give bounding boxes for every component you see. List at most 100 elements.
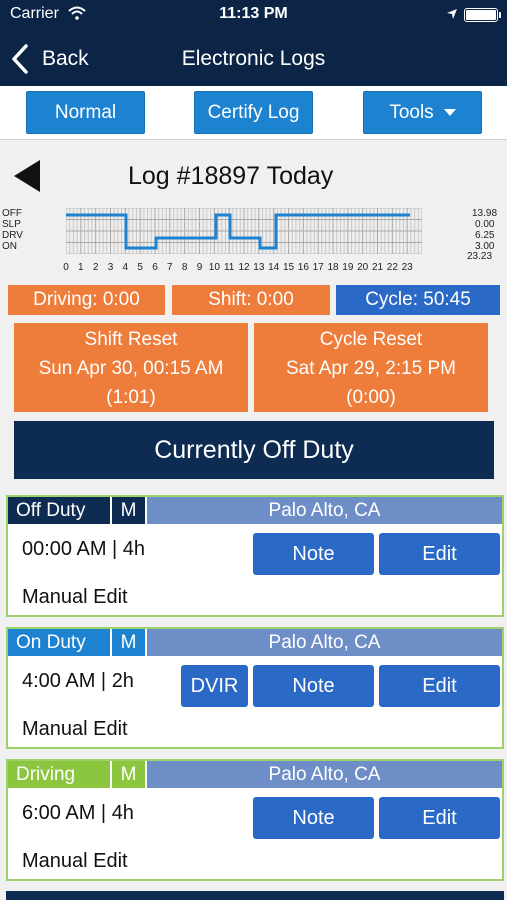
log-header: Log #18897 Today — [0, 154, 507, 198]
hour-tick-label: 14 — [268, 262, 280, 273]
entry-location-label: Palo Alto, CA — [268, 763, 381, 785]
shift-stat-label: Shift: 0:00 — [208, 289, 294, 310]
shift-reset-value: (1:01) — [106, 387, 156, 408]
log-entry-on-duty: On Duty M Palo Alto, CA 4:00 AM | 2h Man… — [6, 627, 504, 749]
cycle-reset-date: Sat Apr 29, 2:15 PM — [285, 358, 457, 379]
note-button-label: Note — [292, 542, 335, 565]
entry-mode-label: M — [120, 763, 137, 785]
certify-log-button-label: Certify Log — [207, 101, 300, 123]
entry-note: Manual Edit — [22, 850, 128, 872]
entry-mode-label: M — [120, 499, 137, 521]
driving-stat: Driving: 0:00 — [8, 285, 165, 315]
hour-tick-label: 13 — [253, 262, 265, 273]
battery-tip — [499, 12, 501, 18]
current-duty-status-label: Currently Off Duty — [154, 435, 354, 464]
entry-type-badge: Driving — [8, 761, 110, 788]
graph-total-slp: 0.00 — [475, 219, 495, 230]
cycle-reset-value: (0:00) — [346, 387, 396, 408]
cycle-stat-label: Cycle: 50:45 — [365, 289, 471, 310]
cycle-reset-box: Cycle Reset Sat Apr 29, 2:15 PM (0:00) — [254, 323, 488, 412]
note-button[interactable]: Note — [253, 797, 374, 839]
dvir-button[interactable]: DVIR — [181, 665, 248, 707]
normal-button[interactable]: Normal — [26, 91, 145, 134]
hour-tick-label: 10 — [208, 262, 220, 273]
note-button-label: Note — [292, 674, 335, 697]
duty-graph: OFF SLP DRV ON 13.98 0.00 6.25 3.00 23.2… — [0, 204, 507, 276]
location-arrow-icon — [447, 9, 457, 19]
entry-location: Palo Alto, CA — [147, 629, 502, 656]
entry-location-label: Palo Alto, CA — [268, 631, 381, 653]
hour-tick-label: 1 — [78, 262, 84, 273]
hour-tick-label: 3 — [107, 262, 114, 273]
hour-tick-label: 15 — [282, 262, 295, 273]
hour-tick-label: 6 — [152, 262, 158, 273]
entry-mode-badge: M — [112, 497, 145, 524]
caret-down-icon — [443, 109, 456, 116]
graph-row-label-slp: SLP — [2, 219, 21, 230]
entry-time: 4:00 AM | 2h — [22, 670, 134, 692]
dvir-button-label: DVIR — [190, 674, 239, 697]
entry-type-label: Driving — [16, 763, 76, 785]
entry-type-badge: Off Duty — [8, 497, 110, 524]
cycle-stat: Cycle: 50:45 — [336, 285, 500, 315]
edit-button[interactable]: Edit — [379, 665, 500, 707]
hour-tick-label: 21 — [371, 262, 384, 273]
hour-tick-label: 19 — [342, 262, 354, 273]
edit-button[interactable]: Edit — [379, 797, 500, 839]
entry-location-label: Palo Alto, CA — [268, 499, 381, 521]
current-duty-status: Currently Off Duty — [14, 421, 494, 479]
entry-note: Manual Edit — [22, 586, 128, 608]
entry-note: Manual Edit — [22, 718, 128, 740]
entry-mode-badge: M — [112, 629, 145, 656]
entry-time: 6:00 AM | 4h — [22, 802, 134, 824]
log-entry-driving: Driving M Palo Alto, CA 6:00 AM | 4h Man… — [6, 759, 504, 881]
shift-reset-title: Shift Reset — [84, 329, 178, 350]
shift-stat: Shift: 0:00 — [172, 285, 330, 315]
entry-time: 00:00 AM | 4h — [22, 538, 146, 560]
tools-button-label: Tools — [389, 101, 434, 123]
graph-row-label-off: OFF — [2, 208, 22, 219]
duty-graph-grid — [66, 208, 422, 254]
driving-stat-label: Driving: 0:00 — [33, 289, 140, 310]
certify-log-button[interactable]: Certify Log — [194, 91, 313, 134]
entry-location: Palo Alto, CA — [147, 761, 502, 788]
graph-total-drv: 6.25 — [475, 230, 495, 241]
hour-tick-label: 9 — [196, 262, 203, 273]
hour-tick-label: 16 — [297, 262, 309, 273]
log-entry-off-duty: Off Duty M Palo Alto, CA 00:00 AM | 4h M… — [6, 495, 504, 617]
cycle-reset-title: Cycle Reset — [319, 329, 423, 350]
graph-row-label-drv: DRV — [2, 230, 23, 241]
entry-location: Palo Alto, CA — [147, 497, 502, 524]
entry-type-badge: On Duty — [8, 629, 110, 656]
status-bar: Carrier 11:13 PM — [0, 0, 507, 30]
edit-button-label: Edit — [422, 806, 457, 829]
hour-tick-label: 23 — [401, 262, 413, 273]
entry-mode-label: M — [120, 631, 137, 653]
entry-type-label: Off Duty — [16, 499, 86, 521]
hour-tick-label: 4 — [122, 262, 129, 273]
entry-mode-badge: M — [112, 761, 145, 788]
hour-tick-label: 11 — [223, 262, 235, 273]
next-log-entry-peek — [6, 891, 504, 900]
tools-dropdown-button[interactable]: Tools — [363, 91, 482, 134]
page-title: Electronic Logs — [181, 47, 326, 70]
hour-tick-label: 12 — [238, 262, 250, 273]
toolbar: Normal Certify Log Tools — [0, 86, 507, 140]
edit-button-label: Edit — [422, 542, 457, 565]
hour-tick-label: 17 — [312, 262, 324, 273]
hour-tick-label: 0 — [63, 262, 69, 273]
shift-reset-box: Shift Reset Sun Apr 30, 00:15 AM (1:01) — [14, 323, 248, 412]
edit-button[interactable]: Edit — [379, 533, 500, 575]
shift-reset-date: Sun Apr 30, 00:15 AM — [38, 358, 224, 379]
previous-log-arrow-icon[interactable] — [12, 160, 42, 192]
note-button[interactable]: Note — [253, 533, 374, 575]
hour-tick-label: 8 — [181, 262, 188, 273]
nav-bar: Back Electronic Logs — [0, 30, 507, 86]
normal-button-label: Normal — [54, 101, 117, 123]
hour-tick-label: 18 — [327, 262, 339, 273]
hour-tick-label: 2 — [92, 262, 99, 273]
note-button-label: Note — [292, 806, 335, 829]
hour-tick-label: 5 — [137, 262, 143, 273]
hour-tick-label: 22 — [386, 262, 398, 273]
note-button[interactable]: Note — [253, 665, 374, 707]
